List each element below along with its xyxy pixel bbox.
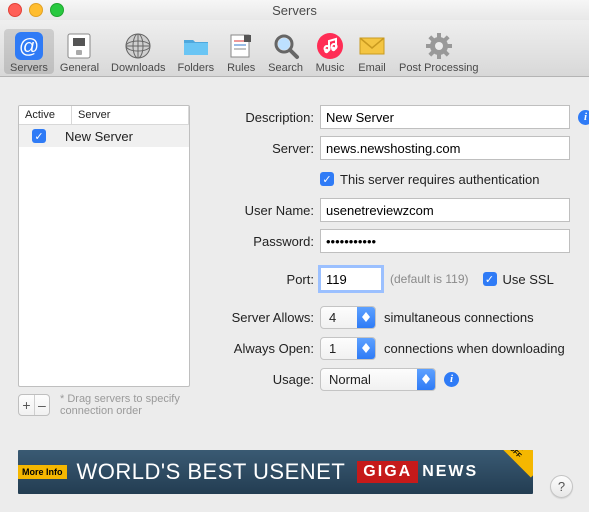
window-title: Servers [0,3,589,18]
row-active-cell: ✓ [19,129,59,143]
folder-icon [181,31,211,61]
label-always-open: Always Open: [218,341,320,356]
search-icon [271,31,301,61]
toolbar-downloads[interactable]: Downloads [105,29,171,74]
label-usage: Usage: [218,372,320,387]
checkbox-icon[interactable]: ✓ [32,129,46,143]
description-input[interactable] [320,105,570,129]
header-active[interactable]: Active [19,106,72,124]
port-default-text: (default is 119) [390,272,469,286]
server-allows-suffix: simultaneous connections [384,310,534,325]
toolbar-music[interactable]: Music [309,29,351,74]
stepper-icon [357,338,375,359]
banner-logo: GIGA NEWS [357,461,482,483]
toolbar-rules[interactable]: Rules [220,29,262,74]
label-port: Port: [218,272,320,287]
toolbar-post-processing[interactable]: Post Processing [393,29,484,74]
auth-label: This server requires authentication [340,172,539,187]
server-list-column: Active Server ✓ New Server + – * Drag se… [18,105,188,417]
switch-icon [64,31,94,61]
port-input[interactable] [320,267,382,291]
info-icon[interactable]: i [444,372,459,387]
label-server-allows: Server Allows: [218,310,320,325]
toolbar-search[interactable]: Search [262,29,309,74]
server-table-header: Active Server [19,106,189,125]
help-button[interactable]: ? [550,475,573,498]
titlebar: Servers [0,0,589,20]
at-icon: @ [14,31,44,61]
table-row[interactable]: ✓ New Server [19,125,189,147]
ad-banner[interactable]: More Info WORLD'S BEST USENET GIGA NEWS … [18,450,533,494]
gear-icon [424,31,454,61]
toolbar-servers[interactable]: @ Servers [4,29,54,74]
header-server[interactable]: Server [72,106,189,124]
rules-icon [226,31,256,61]
toolbar: @ Servers General Downloads Folders Rule… [0,20,589,77]
banner-more-info: More Info [18,465,67,479]
ssl-label: Use SSL [503,272,554,287]
server-input[interactable] [320,136,570,160]
svg-text:@: @ [19,36,39,58]
row-server-cell: New Server [59,129,189,144]
label-server: Server: [218,141,320,156]
label-description: Description: [218,110,320,125]
drag-hint: * Drag servers to specify connection ord… [60,393,188,417]
password-input[interactable] [320,229,570,253]
add-button[interactable]: + [19,395,34,415]
toolbar-email[interactable]: Email [351,29,393,74]
ssl-checkbox[interactable]: ✓ [483,272,497,286]
server-table: Active Server ✓ New Server [18,105,190,387]
banner-text: WORLD'S BEST USENET [77,459,346,485]
always-open-select[interactable]: 1 [320,337,376,360]
usage-select[interactable]: Normal [320,368,436,391]
label-username: User Name: [218,203,320,218]
email-icon [357,31,387,61]
list-buttons: + – * Drag servers to specify connection… [18,393,188,417]
username-input[interactable] [320,198,570,222]
ribbon-icon: Special 50% OFF [479,450,533,477]
music-icon [315,31,345,61]
toolbar-folders[interactable]: Folders [171,29,220,74]
always-open-suffix: connections when downloading [384,341,565,356]
info-icon[interactable]: i [578,110,589,125]
form-column: Description: i Server: ✓ This server req… [218,105,589,417]
remove-button[interactable]: – [34,395,49,415]
server-allows-select[interactable]: 4 [320,306,376,329]
label-password: Password: [218,234,320,249]
auth-checkbox[interactable]: ✓ [320,172,334,186]
stepper-icon [357,307,375,328]
stepper-icon [417,369,435,390]
globe-icon [123,31,153,61]
toolbar-general[interactable]: General [54,29,105,74]
content: Active Server ✓ New Server + – * Drag se… [0,77,589,427]
